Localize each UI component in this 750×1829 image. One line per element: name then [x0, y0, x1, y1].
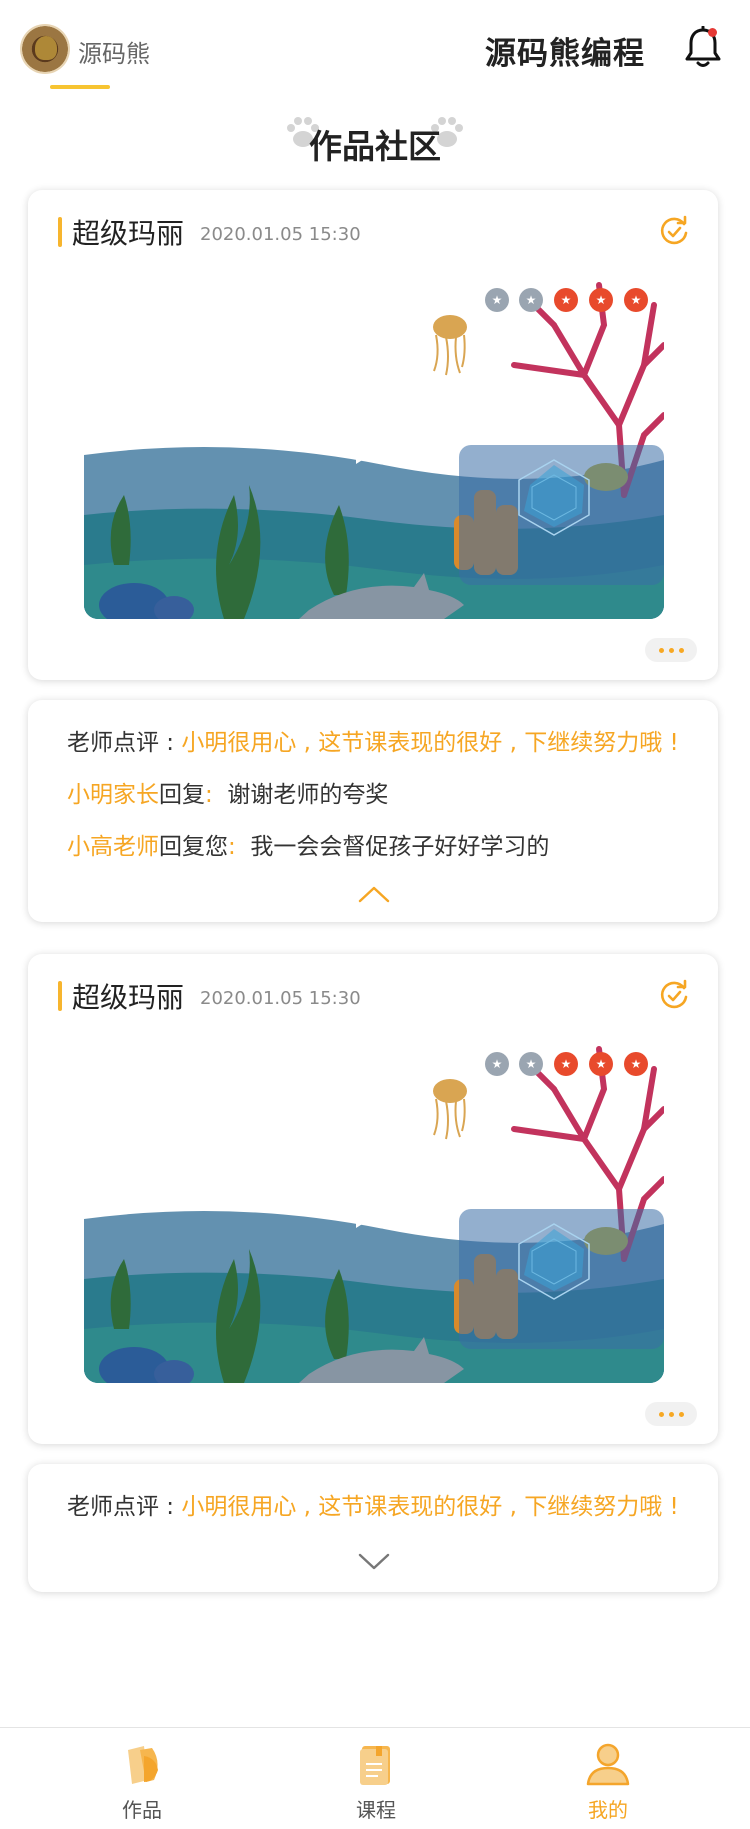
- svg-text:★: ★: [492, 293, 503, 307]
- svg-text:★: ★: [596, 1057, 607, 1071]
- svg-text:★: ★: [492, 1057, 503, 1071]
- video-thumbnail: ★ ★ ★ ★ ★: [84, 265, 664, 619]
- teacher-comment-text: 小明很用心 , 这节课表现的很好 , 下继续努力哦 !: [181, 730, 679, 756]
- tab-label: 作品: [122, 1798, 162, 1822]
- work-date: 2020.01.05 15:30: [200, 988, 361, 1009]
- svg-text:★: ★: [561, 293, 572, 307]
- video-thumbnail: ★ ★ ★ ★ ★: [84, 1029, 664, 1383]
- user-avatar[interactable]: [22, 26, 68, 72]
- reply-author[interactable]: 小高老师: [67, 834, 159, 860]
- collapse-chevron-up-icon[interactable]: [358, 884, 390, 904]
- svg-text:★: ★: [561, 1057, 572, 1071]
- teacher-comment-label: 老师点评 :: [67, 1494, 182, 1520]
- reply-author[interactable]: 小明家长: [67, 782, 159, 808]
- more-button[interactable]: [645, 1402, 697, 1426]
- reply-text: 谢谢老师的夸奖: [227, 782, 389, 808]
- tab-label: 课程: [356, 1798, 396, 1822]
- work-card: 超级玛丽 2020.01.05 15:30 ★ ★ ★ ★ ★: [28, 190, 718, 680]
- reply-line: 小明家长回复: 谢谢老师的夸奖: [67, 775, 388, 809]
- award-badges: ★ ★ ★ ★ ★: [485, 1052, 648, 1076]
- reply-line: 小高老师回复您: 我一会会督促孩子好好学习的: [67, 827, 549, 861]
- bottom-tab-bar: 作品 课程 我的: [0, 1727, 750, 1829]
- play-icon[interactable]: [356, 420, 391, 464]
- tab-works[interactable]: 作品: [82, 1728, 202, 1829]
- page-title: 作品社区: [309, 127, 441, 166]
- reply-verb: 回复您: [159, 834, 228, 860]
- comments-card: 老师点评 : 小明很用心 , 这节课表现的很好 , 下继续努力哦 !: [28, 1464, 718, 1592]
- teacher-comment: 老师点评 : 小明很用心 , 这节课表现的很好 , 下继续努力哦 !: [67, 1487, 679, 1521]
- work-title: 超级玛丽: [72, 217, 185, 250]
- reply-text: 我一会会督促孩子好好学习的: [250, 834, 550, 860]
- teacher-comment: 老师点评 : 小明很用心 , 这节课表现的很好 , 下继续努力哦 !: [67, 723, 679, 757]
- profile-icon: [586, 1743, 630, 1786]
- video-player[interactable]: ★ ★ ★ ★ ★: [84, 1029, 664, 1383]
- title-accent-bar: [58, 217, 62, 247]
- work-date: 2020.01.05 15:30: [200, 224, 361, 245]
- teacher-comment-label: 老师点评 :: [67, 730, 182, 756]
- teacher-comment-text: 小明很用心 , 这节课表现的很好 , 下继续努力哦 !: [181, 1494, 679, 1520]
- svg-text:★: ★: [631, 293, 642, 307]
- course-icon: [360, 1746, 390, 1785]
- reply-colon: :: [228, 834, 236, 860]
- brand-logo-text: 源码熊编程: [485, 36, 645, 72]
- notification-dot: [708, 28, 717, 37]
- username[interactable]: 源码熊: [78, 34, 150, 69]
- expand-chevron-down-icon[interactable]: [358, 1552, 390, 1572]
- svg-text:★: ★: [526, 1057, 537, 1071]
- work-title: 超级玛丽: [72, 981, 185, 1014]
- works-icon: [128, 1746, 158, 1784]
- work-card: 超级玛丽 2020.01.05 15:30 ★ ★ ★ ★ ★: [28, 954, 718, 1444]
- tab-course[interactable]: 课程: [316, 1728, 436, 1829]
- title-accent-bar: [58, 981, 62, 1011]
- play-icon[interactable]: [356, 1184, 391, 1228]
- active-indicator: [50, 85, 110, 89]
- tab-label: 我的: [588, 1798, 628, 1822]
- top-header: 源码熊 源码熊编程: [0, 0, 750, 95]
- svg-text:★: ★: [631, 1057, 642, 1071]
- more-button[interactable]: [645, 638, 697, 662]
- svg-text:★: ★: [526, 293, 537, 307]
- video-player[interactable]: ★ ★ ★ ★ ★: [84, 265, 664, 619]
- notification-bell-icon[interactable]: [683, 26, 723, 70]
- comments-card: 老师点评 : 小明很用心 , 这节课表现的很好 , 下继续努力哦 ! 小明家长回…: [28, 700, 718, 922]
- award-badges: ★ ★ ★ ★ ★: [485, 288, 648, 312]
- reply-colon: :: [205, 782, 213, 808]
- tab-profile[interactable]: 我的: [548, 1728, 668, 1829]
- refresh-icon[interactable]: [658, 215, 690, 247]
- refresh-icon[interactable]: [658, 979, 690, 1011]
- svg-text:★: ★: [596, 293, 607, 307]
- reply-verb: 回复: [159, 782, 205, 808]
